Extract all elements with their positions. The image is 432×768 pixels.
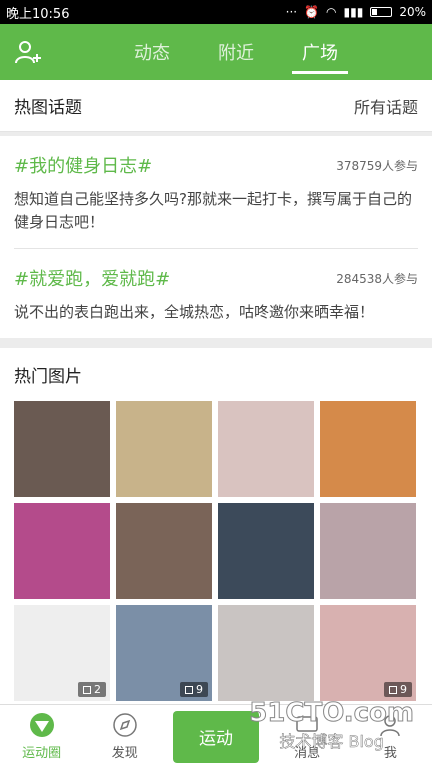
hot-picture-thumb[interactable] xyxy=(14,503,110,599)
hot-picture-thumb[interactable] xyxy=(218,401,314,497)
hot-pictures-section: 热门图片 2 9 9 xyxy=(0,348,432,718)
hot-picture-thumb[interactable] xyxy=(218,503,314,599)
stack-icon xyxy=(83,685,91,694)
topic-desc: 说不出的表白跑出来，全城热恋，咕咚邀你来晒幸福！ xyxy=(14,303,375,321)
hot-topics-title: 热图话题 xyxy=(14,98,82,118)
battery-icon xyxy=(370,7,393,17)
more-icon: ··· xyxy=(285,5,298,19)
battery-percent: 20% xyxy=(399,5,426,19)
topic-title: #就爱跑，爱就跑# xyxy=(14,269,171,290)
image-count-badge: 2 xyxy=(78,682,106,697)
add-friend-icon[interactable] xyxy=(14,38,42,66)
hot-picture-thumb[interactable] xyxy=(116,503,212,599)
topic-count: 284538人参与 xyxy=(336,271,418,286)
signal-icon: ▮▮▮ xyxy=(343,5,364,19)
image-count: 9 xyxy=(400,683,407,696)
topic-count: 378759人参与 xyxy=(336,158,418,173)
alarm-icon: ⏰ xyxy=(304,5,320,19)
picture-grid: 2 9 9 xyxy=(14,401,418,701)
topic-title: #我的健身日志# xyxy=(14,156,153,177)
nav-sports-circle[interactable]: 运动圈 xyxy=(7,712,77,761)
image-count-badge: 9 xyxy=(180,682,208,697)
top-nav: 动态 附近 广场 xyxy=(0,24,432,80)
hot-picture-thumb[interactable]: 9 xyxy=(116,605,212,701)
nav-sports-circle-label: 运动圈 xyxy=(22,746,62,761)
start-run-button[interactable]: 运动 xyxy=(172,710,259,763)
topic-item[interactable]: #就爱跑，爱就跑# 284538人参与 说不出的表白跑出来，全城热恋，咕咚邀你来… xyxy=(14,249,418,338)
image-count: 9 xyxy=(196,683,203,696)
all-topics-link[interactable]: 所有话题 xyxy=(354,94,418,118)
nav-discover-label: 发现 xyxy=(111,746,138,761)
hot-picture-thumb[interactable] xyxy=(116,401,212,497)
stack-icon xyxy=(185,685,193,694)
hot-picture-thumb[interactable] xyxy=(320,401,416,497)
watermark: 51CTO.com 技术博客 Blog xyxy=(249,698,415,752)
tab-square[interactable]: 广场 xyxy=(292,24,348,80)
watermark-site: 51CTO.com xyxy=(249,698,415,729)
topic-item[interactable]: #我的健身日志# 378759人参与 想知道自己能坚持多久吗?那就来一起打卡，撰… xyxy=(14,136,418,249)
status-icons: ··· ⏰ ◠ ▮▮▮ 20% xyxy=(286,5,426,19)
topic-list: #我的健身日志# 378759人参与 想知道自己能坚持多久吗?那就来一起打卡，撰… xyxy=(0,136,432,338)
status-time: 晚上10:56 xyxy=(6,6,70,22)
hot-topics-header: 热图话题 所有话题 xyxy=(0,80,432,132)
hot-picture-thumb[interactable]: 2 xyxy=(14,605,110,701)
tab-nearby[interactable]: 附近 xyxy=(212,24,260,80)
status-bar: 晚上10:56 ··· ⏰ ◠ ▮▮▮ 20% xyxy=(0,0,432,24)
stack-icon xyxy=(389,685,397,694)
image-count: 2 xyxy=(94,683,101,696)
topic-desc: 想知道自己能坚持多久吗?那就来一起打卡，撰写属于自己的健身日志吧！ xyxy=(14,190,412,231)
nav-discover[interactable]: 发现 xyxy=(90,712,160,761)
sports-circle-icon xyxy=(29,713,54,737)
hot-picture-thumb[interactable]: 9 xyxy=(320,605,416,701)
hot-picture-thumb[interactable] xyxy=(320,503,416,599)
image-count-badge: 9 xyxy=(384,682,412,697)
hot-pictures-title: 热门图片 xyxy=(14,367,82,387)
hot-picture-thumb[interactable] xyxy=(14,401,110,497)
watermark-subtitle: 技术博客 Blog xyxy=(279,732,384,752)
hot-picture-thumb[interactable] xyxy=(218,605,314,701)
tab-bar: 动态 附近 广场 xyxy=(0,24,432,80)
wifi-icon: ◠ xyxy=(326,5,337,19)
tab-dynamic[interactable]: 动态 xyxy=(128,24,176,80)
compass-icon xyxy=(113,713,137,737)
